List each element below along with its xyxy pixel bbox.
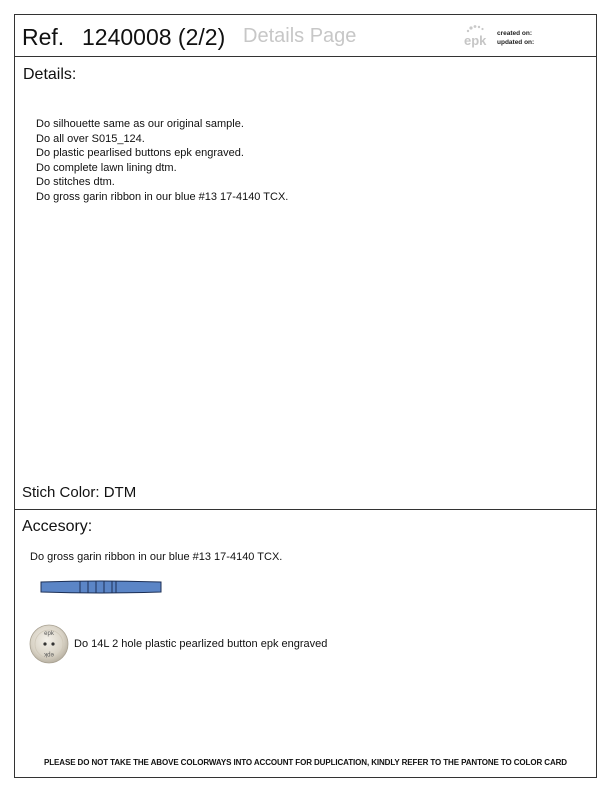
button-engraving-bottom: epk xyxy=(43,651,54,657)
ribbon-description: Do gross garin ribbon in our blue #13 17… xyxy=(30,551,283,563)
detail-item: Do silhouette same as our original sampl… xyxy=(36,118,244,130)
detail-item: Do complete lawn lining dtm. xyxy=(36,161,177,174)
created-label: created on: xyxy=(497,30,533,37)
svg-text:epk: epk xyxy=(464,33,487,48)
detail-item: Do gross garin ribbon in our blue #13 17… xyxy=(36,190,289,203)
pearl-button-icon: epk epk xyxy=(29,624,69,664)
updated-label: updated on: xyxy=(497,38,535,46)
button-description: Do 14L 2 hole plastic pearlized button e… xyxy=(74,638,328,650)
ribbon-swatch-icon xyxy=(40,580,162,594)
button-engraving-top: epk xyxy=(44,631,55,637)
epk-logo-icon: epk xyxy=(464,25,487,48)
colorway-disclaimer: PLEASE DO NOT TAKE THE ABOVE COLORWAYS I… xyxy=(44,758,567,767)
tech-sheet: Ref. 1240008 (2/2) Details Page epk crea… xyxy=(14,14,597,778)
sheet-header: Ref. 1240008 (2/2) Details Page epk crea… xyxy=(15,15,596,57)
stitch-color-line: Stich Color: DTM xyxy=(22,484,137,501)
section-divider xyxy=(15,509,596,510)
details-list: Do silhouette same as our original sampl… xyxy=(36,117,288,205)
details-title: Details: xyxy=(23,66,77,83)
detail-item: Do all over S015_124. xyxy=(36,132,145,145)
date-stamps: created on: updated on: xyxy=(497,30,534,47)
ref-prefix: Ref. xyxy=(22,24,65,50)
detail-item: Do plastic pearlised buttons epk engrave… xyxy=(36,147,244,160)
detail-item: Do stitches dtm. xyxy=(36,176,115,189)
accessory-title: Accesory: xyxy=(22,518,93,535)
ref-number: 1240008 (2/2) xyxy=(82,24,226,50)
page-subtitle: Details Page xyxy=(243,25,357,47)
